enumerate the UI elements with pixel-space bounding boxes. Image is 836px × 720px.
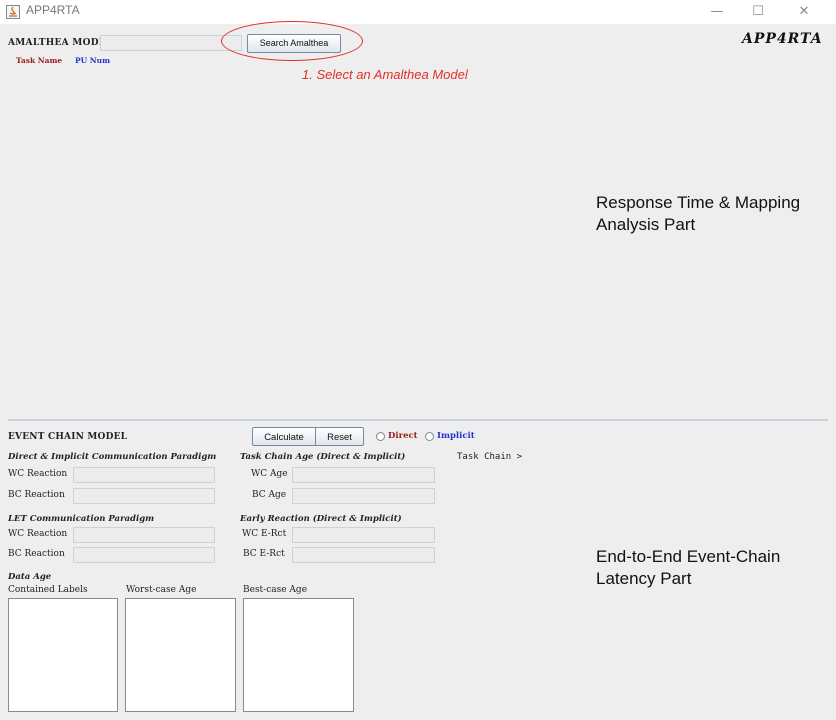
bc-age-field[interactable]	[292, 488, 435, 504]
wc-reaction-label: WC Reaction	[8, 469, 68, 479]
wc-erct-field[interactable]	[292, 527, 435, 543]
java-app-icon	[6, 4, 20, 19]
direct-radio-label: Direct	[388, 431, 418, 441]
wc-reaction-field[interactable]	[73, 467, 215, 483]
worst-case-age-label: Worst-case Age	[126, 585, 197, 595]
implicit-radio[interactable]	[425, 432, 434, 441]
response-time-annotation: Response Time & Mapping Analysis Part	[596, 193, 801, 234]
worst-case-age-list[interactable]	[125, 598, 236, 712]
contained-labels-list[interactable]	[8, 598, 118, 712]
task-chain-label: Task Chain >	[457, 452, 523, 462]
minimize-icon[interactable]: —	[697, 0, 737, 24]
let-bc-reaction-field[interactable]	[73, 547, 215, 563]
direct-radio[interactable]	[376, 432, 385, 441]
let-bc-reaction-label: BC Reaction	[8, 549, 65, 559]
wc-age-label: WC Age	[251, 469, 288, 479]
step-1-caption: 1. Select an Amalthea Model	[302, 67, 468, 82]
close-icon[interactable]: ✕	[784, 0, 824, 24]
event-chain-model-label: EVENT CHAIN MODEL	[8, 432, 128, 442]
wc-erct-label: WC E-Rct	[242, 529, 287, 539]
maximize-icon[interactable]: ☐	[738, 0, 778, 24]
implicit-radio-label: Implicit	[437, 431, 475, 441]
window-title: APP4RTA	[26, 3, 80, 17]
amalthea-model-field[interactable]	[100, 35, 242, 51]
search-amalthea-button[interactable]: Search Amalthea	[247, 34, 341, 53]
amalthea-model-label: AMALTHEA MODEL	[8, 38, 113, 48]
best-case-age-label: Best-case Age	[243, 585, 308, 595]
wc-age-field[interactable]	[292, 467, 435, 483]
panel-divider	[8, 419, 828, 421]
direct-implicit-section-title: Direct & Implicit Communication Paradigm	[8, 452, 217, 462]
bc-age-label: BC Age	[252, 490, 287, 500]
let-section-title: LET Communication Paradigm	[8, 514, 155, 524]
let-wc-reaction-field[interactable]	[73, 527, 215, 543]
contained-labels-label: Contained Labels	[8, 585, 88, 595]
column-header-task-name: Task Name	[16, 56, 63, 65]
bc-reaction-field[interactable]	[73, 488, 215, 504]
bc-reaction-label: BC Reaction	[8, 490, 65, 500]
best-case-age-list[interactable]	[243, 598, 354, 712]
calculate-button[interactable]: Calculate	[252, 427, 316, 446]
bc-erct-field[interactable]	[292, 547, 435, 563]
app-logo: APP4RTA	[742, 31, 823, 47]
bc-erct-label: BC E-Rct	[243, 549, 285, 559]
end-to-end-annotation: End-to-End Event-Chain Latency Part	[596, 547, 781, 588]
early-reaction-section-title: Early Reaction (Direct & Implicit)	[240, 514, 402, 524]
task-chain-age-section-title: Task Chain Age (Direct & Implicit)	[240, 452, 406, 462]
let-wc-reaction-label: WC Reaction	[8, 529, 68, 539]
data-age-section-title: Data Age	[8, 572, 52, 582]
column-header-pu-num: PU Num	[75, 56, 111, 65]
reset-button[interactable]: Reset	[315, 427, 364, 446]
